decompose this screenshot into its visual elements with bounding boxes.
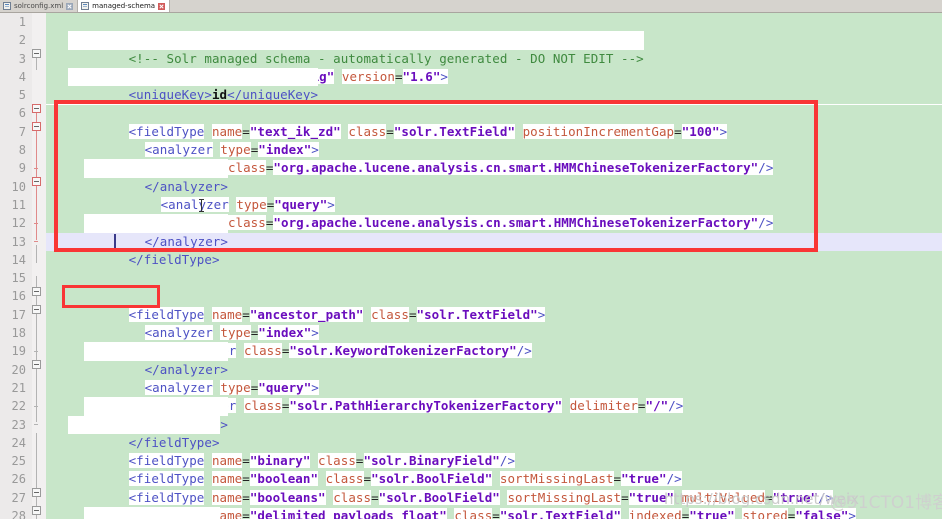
line-number: 1 <box>18 15 26 29</box>
code-line-19[interactable]: </analyzer> <box>84 342 228 377</box>
line-number: 6 <box>18 106 26 121</box>
line-number: 9 <box>18 161 26 176</box>
fold-marker-line-28[interactable] <box>32 506 41 515</box>
line-number: 15 <box>11 271 26 286</box>
line-number: 19 <box>11 344 26 359</box>
line-number: 25 <box>11 454 26 469</box>
code-line-3[interactable]: <schema name="default-config" version="1… <box>54 50 448 84</box>
annotation-box-fieldtype-tag <box>62 285 160 308</box>
close-icon[interactable] <box>158 2 166 10</box>
fold-marker-line-20[interactable] <box>32 360 41 369</box>
code-line-24[interactable]: <fieldType name="binary" class="solr.Bin… <box>68 434 516 469</box>
line-number-gutter: 1 2 3 4 5 6 7 8 9 10 11 12 13 14 15 16 1… <box>0 13 32 519</box>
line-number: 5 <box>18 88 26 103</box>
fold-marker-line-3[interactable] <box>32 49 41 58</box>
line-number: 7 <box>18 124 26 139</box>
line-number: 14 <box>11 252 26 267</box>
code-line-2[interactable]: <!-- Solr managed schema - automatically… <box>68 31 644 66</box>
code-line-21[interactable]: <tokenizer class="solr.PathHierarchyToke… <box>100 379 684 414</box>
code-line-20[interactable]: <analyzer type="query"> <box>84 361 319 395</box>
tab-managed-schema[interactable]: managed-schema <box>78 0 171 12</box>
line-number: 12 <box>11 216 26 231</box>
xml-file-icon <box>81 2 90 10</box>
line-number: 22 <box>11 399 26 414</box>
line-number: 11 <box>11 197 26 212</box>
line-number: 17 <box>11 307 26 322</box>
tab-bar-filler <box>170 0 942 12</box>
line-number: 13 <box>11 234 26 249</box>
tab-label: managed-schema <box>92 1 156 10</box>
line-number: 28 <box>11 509 26 519</box>
code-line-22[interactable]: </analyzer> <box>84 397 228 432</box>
line-number: 26 <box>11 472 26 487</box>
code-line-18[interactable]: <tokenizer class="solr.KeywordTokenizerF… <box>100 324 532 359</box>
fold-marker-line-6[interactable] <box>32 104 41 113</box>
editor-window: solrconfig.xml managed-schema 1 2 3 4 5 <box>0 0 942 519</box>
line-number: 8 <box>18 143 26 158</box>
code-line-25[interactable]: <fieldType name="boolean" class="solr.Bo… <box>68 452 682 487</box>
line-number: 21 <box>11 380 26 395</box>
tab-bar: solrconfig.xml managed-schema <box>0 0 942 13</box>
line-number: 24 <box>11 435 26 450</box>
line-number: 2 <box>18 33 26 48</box>
line-number: 4 <box>18 69 26 84</box>
code-line-23[interactable]: </fieldType> <box>68 415 220 450</box>
code-line-26[interactable]: <fieldType name="booleans" class="solr.B… <box>68 471 834 505</box>
tab-solrconfig-xml[interactable]: solrconfig.xml <box>0 0 79 12</box>
line-number: 20 <box>11 362 26 377</box>
fold-marker-line-27[interactable] <box>32 488 41 497</box>
line-number: 18 <box>11 326 26 341</box>
line-number: 10 <box>11 179 26 194</box>
fold-marker-line-16[interactable] <box>32 287 41 296</box>
fold-marker-line-7[interactable] <box>32 122 41 131</box>
xml-file-icon <box>3 2 11 10</box>
code-line-4[interactable]: <uniqueKey>id</uniqueKey> <box>68 67 319 102</box>
line-number: 23 <box>11 417 26 432</box>
fold-marker-line-10[interactable] <box>32 177 41 186</box>
code-line-28[interactable]: <analyzer> <box>84 507 221 519</box>
fold-marker-line-17[interactable] <box>32 305 41 314</box>
tab-label: solrconfig.xml <box>14 1 64 10</box>
code-line-27[interactable]: <fieldType name="delimited_payloads_floa… <box>68 489 856 519</box>
code-line-17[interactable]: <analyzer type="index"> <box>84 306 319 341</box>
line-number: 3 <box>18 51 26 66</box>
line-number: 16 <box>11 289 26 304</box>
annotation-box-fieldtype-block <box>54 100 818 252</box>
code-line-1[interactable]: <?xml version="1.0" encoding="UTF-8"?> <box>68 13 417 48</box>
line-number: 27 <box>11 490 26 505</box>
code-content[interactable]: <?xml version="1.0" encoding="UTF-8"?> <… <box>46 13 942 519</box>
code-editor[interactable]: 1 2 3 4 5 6 7 8 9 10 11 12 13 14 15 16 1… <box>0 13 942 519</box>
close-icon[interactable] <box>66 2 74 10</box>
code-folding-gutter[interactable] <box>32 13 46 519</box>
